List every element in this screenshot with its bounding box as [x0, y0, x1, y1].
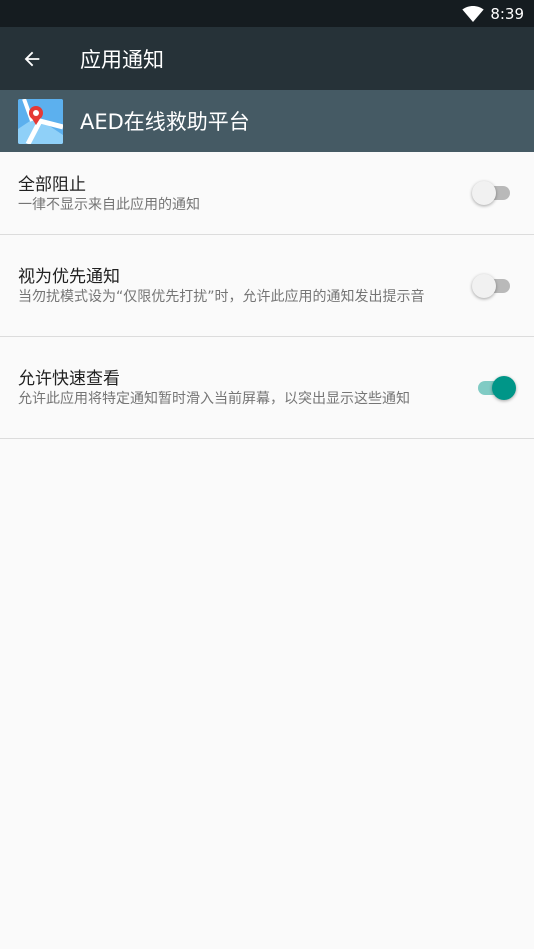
setting-priority[interactable]: 视为优先通知 当勿扰模式设为“仅限优先打扰”时，允许此应用的通知发出提示音 [0, 235, 534, 337]
back-arrow-icon [24, 51, 40, 66]
app-header: AED在线救助平台 [0, 90, 534, 152]
page-title: 应用通知 [80, 47, 164, 72]
priority-switch[interactable] [472, 273, 514, 298]
back-button[interactable] [0, 27, 64, 90]
peek-switch[interactable] [472, 375, 516, 400]
setting-description: 当勿扰模式设为“仅限优先打扰”时，允许此应用的通知发出提示音 [18, 289, 425, 305]
setting-block-all[interactable]: 全部阻止 一律不显示来自此应用的通知 [0, 152, 534, 235]
setting-description: 一律不显示来自此应用的通知 [18, 196, 200, 213]
setting-label: 全部阻止 [18, 174, 86, 195]
wifi-icon [462, 5, 484, 22]
app-icon [18, 98, 63, 144]
status-time: 8:39 [490, 4, 524, 23]
block-all-switch[interactable] [472, 181, 514, 205]
setting-peek[interactable]: 允许快速查看 允许此应用将特定通知暂时滑入当前屏幕，以突出显示这些通知 [0, 337, 534, 439]
setting-description: 允许此应用将特定通知暂时滑入当前屏幕，以突出显示这些通知 [18, 391, 410, 407]
map-icon [18, 98, 63, 144]
app-name: AED在线救助平台 [80, 110, 250, 134]
setting-label: 视为优先通知 [18, 267, 120, 287]
status-bar: 8:39 [0, 0, 534, 27]
app-bar: 应用通知 [0, 27, 534, 90]
setting-label: 允许快速查看 [18, 369, 120, 389]
